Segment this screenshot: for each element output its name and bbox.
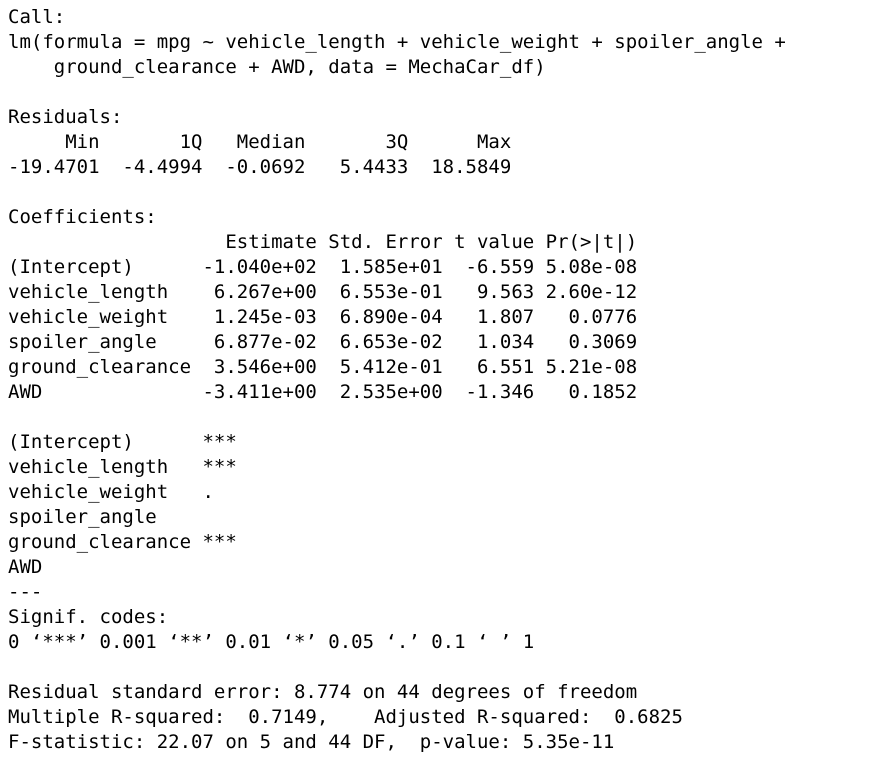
coef-row-spoiler-angle: spoiler_angle 6.877e-02 6.653e-02 1.034 …	[8, 331, 638, 353]
blank-line: ​	[8, 405, 891, 430]
regression-summary-text: Call: lm(formula = mpg ~ vehicle_length +…	[0, 0, 891, 755]
residuals-heading: Residuals:	[8, 106, 123, 128]
signif-row-spoiler-angle: spoiler_angle	[8, 506, 237, 528]
r-console-output: Call: lm(formula = mpg ~ vehicle_length +…	[0, 0, 891, 770]
residuals-values-row: -19.4701 -4.4994 -0.0692 5.4433 18.5849	[8, 156, 523, 178]
coef-row-intercept: (Intercept) -1.040e+02 1.585e+01 -6.559 …	[8, 256, 638, 278]
blank-line: ​	[8, 655, 891, 680]
signif-row-awd: AWD	[8, 556, 237, 578]
separator-line: ---	[8, 581, 43, 603]
signif-row-vehicle-length: vehicle_length ***	[8, 456, 237, 478]
coefficients-header-row: Estimate Std. Error t value Pr(>|t|)	[8, 231, 638, 253]
f-statistic-line: F-statistic: 22.07 on 5 and 44 DF, p-val…	[8, 731, 615, 753]
coef-row-vehicle-weight: vehicle_weight 1.245e-03 6.890e-04 1.807…	[8, 306, 638, 328]
signif-row-vehicle-weight: vehicle_weight .	[8, 481, 237, 503]
signif-row-ground-clearance: ground_clearance ***	[8, 531, 237, 553]
residuals-header-row: Min 1Q Median 3Q Max	[8, 131, 523, 153]
call-formula-line-1: lm(formula = mpg ~ vehicle_length + vehi…	[8, 31, 786, 53]
signif-codes-legend: 0 ‘***’ 0.001 ‘**’ 0.01 ‘*’ 0.05 ‘.’ 0.1…	[8, 631, 535, 653]
coef-row-awd: AWD -3.411e+00 2.535e+00 -1.346 0.1852	[8, 381, 638, 403]
coef-row-ground-clearance: ground_clearance 3.546e+00 5.412e-01 6.5…	[8, 356, 638, 378]
blank-line: ​	[8, 80, 891, 105]
call-formula-line-2: ground_clearance + AWD, data = MechaCar_…	[8, 56, 546, 78]
r-squared-line: Multiple R-squared: 0.7149, Adjusted R-s…	[8, 706, 695, 728]
residual-standard-error: Residual standard error: 8.774 on 44 deg…	[8, 681, 638, 703]
signif-codes-heading: Signif. codes:	[8, 606, 192, 628]
signif-row-intercept: (Intercept) ***	[8, 431, 237, 453]
coefficients-heading: Coefficients:	[8, 206, 157, 228]
blank-line: ​	[8, 180, 891, 205]
call-heading: Call:	[8, 6, 66, 28]
coef-row-vehicle-length: vehicle_length 6.267e+00 6.553e-01 9.563…	[8, 281, 638, 303]
